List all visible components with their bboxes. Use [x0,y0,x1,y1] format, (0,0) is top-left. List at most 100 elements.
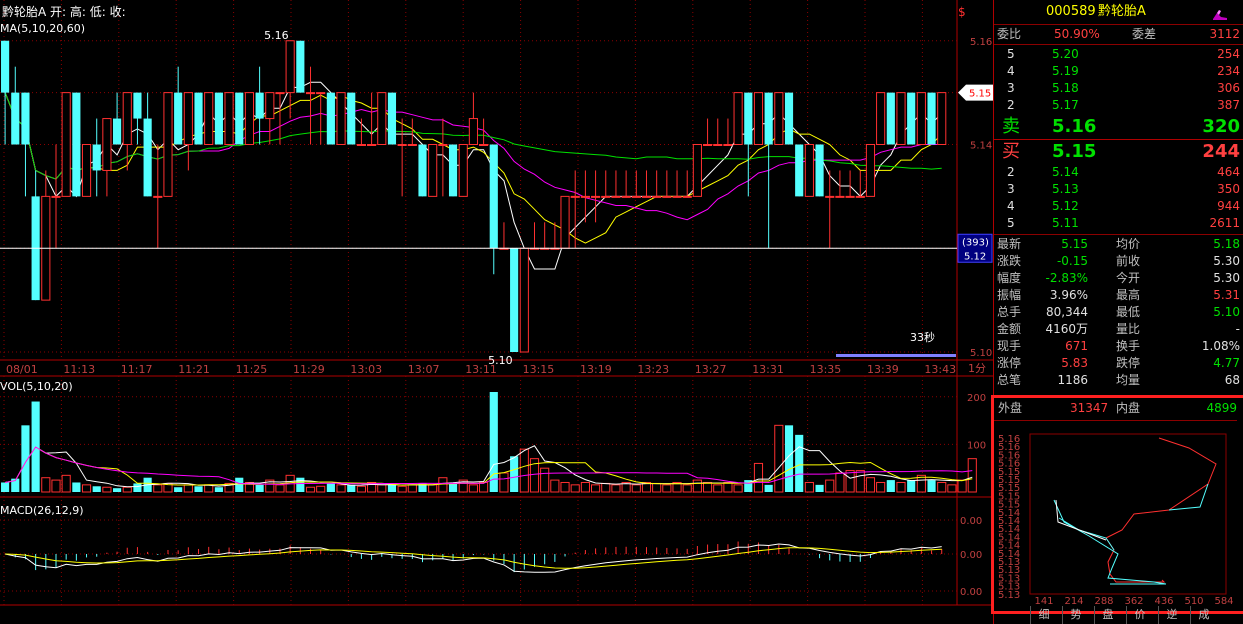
volume-bar [51,479,61,493]
order-row: 3 5.13 350 [994,181,1243,198]
stat-value: 1186 [1057,373,1088,387]
candle[interactable] [244,92,255,145]
order-row: 3 5.18 306 [994,80,1243,97]
candle[interactable] [347,92,356,145]
tab-2[interactable]: 盘 [1094,606,1121,624]
x-tick-label: 13:39 [867,363,899,376]
tab-1[interactable]: 势 [1062,606,1089,624]
volume-bar [113,488,122,492]
price-annotation: 5.16 [264,29,289,42]
volume-bar [896,481,906,493]
stat-value: 5.10 [1213,305,1240,319]
candle[interactable] [448,144,458,197]
volume-bar [81,484,92,493]
volume-bar [438,477,448,493]
volume-bar [957,479,967,493]
shoe-icon[interactable] [1212,5,1227,20]
candle[interactable] [937,92,947,145]
tab-3[interactable]: 价 [1126,606,1153,624]
volume-bar [774,424,784,493]
sell-level: 2 [1007,98,1015,112]
buy-level: 4 [1007,199,1015,213]
volume-bar [845,470,855,493]
candle[interactable] [61,92,71,197]
volume-bar [937,481,947,493]
volume-bar [397,485,407,493]
candle[interactable] [224,92,234,145]
volume-bar [540,467,550,493]
candle[interactable] [927,92,936,145]
candle[interactable] [458,144,468,197]
volume-bar [468,484,478,493]
volume-bar [550,479,560,493]
crosshair-price: 5.12 [964,251,986,262]
candle[interactable] [753,92,764,145]
candle[interactable] [692,144,702,197]
volume-bar [235,477,244,492]
y-tick-label: 5.14 [970,141,992,152]
candle[interactable] [519,247,529,353]
volume-bar [682,484,692,493]
tab-5[interactable]: 成 [1190,606,1217,624]
stat-label: 今开 [1116,271,1141,285]
candle[interactable] [815,144,824,197]
candle[interactable] [72,92,81,197]
candle[interactable] [296,40,305,93]
volume-bar [947,484,957,493]
x-tick-label: 08/01 [6,363,38,376]
volume-bar [631,484,641,493]
candle[interactable] [774,92,784,145]
candle[interactable] [204,92,214,145]
kline-chart-area[interactable]: 08/01 11:13 11:17 11:21 11:25 11:29 13:03 13:07… [0,0,993,624]
tab-0[interactable]: 细 [1030,606,1057,624]
candle[interactable] [886,92,895,145]
stat-label: 涨跌 [997,254,1022,268]
volume-bar [41,477,51,493]
buy-price: 5.12 [1052,199,1079,213]
volume-bar [967,458,977,493]
candle[interactable] [784,92,794,145]
period-label[interactable]: 1分 [968,362,986,375]
stat-label: 总手 [997,305,1022,319]
candle[interactable] [163,92,173,197]
settings-icon[interactable]: $ [958,5,966,19]
sell-price: 5.19 [1052,64,1079,78]
candle[interactable] [510,248,519,352]
candle[interactable] [733,92,743,145]
candle[interactable] [907,92,916,145]
candle[interactable] [865,144,876,197]
volume-bar [499,472,509,493]
candle[interactable] [387,92,397,145]
candle[interactable] [418,144,427,197]
candle[interactable] [916,92,926,145]
candle[interactable] [377,92,387,145]
candle[interactable] [235,92,244,145]
candle[interactable] [81,144,92,197]
volume-profile-chart: 141 214 288 362 436 510 5845.165.165.165.165.1… [998,433,1234,607]
order-row: 涨跌 -0.15 前收 5.30 [994,253,1243,270]
candle[interactable] [194,92,203,145]
candle[interactable] [428,144,438,197]
candle[interactable] [876,92,886,145]
volume-bar [305,486,316,493]
tab-4[interactable]: 逆 [1158,606,1185,624]
candle[interactable] [560,195,570,249]
order-row: 2 5.14 464 [994,164,1243,181]
volume-bar [876,481,886,493]
buy-price: 5.14 [1052,165,1079,179]
x-tick-label: 13:43 [924,363,956,376]
stat-value: 1.08% [1201,339,1240,353]
x-tick-label: 11:25 [236,363,268,376]
sell-price: 5.17 [1052,98,1079,112]
volume-bar [560,481,570,493]
candle[interactable] [214,92,223,145]
candle[interactable] [896,92,906,145]
candle[interactable] [336,92,346,145]
candle[interactable] [326,92,335,145]
stat-value: 5.31 [1213,288,1240,302]
stat-label: 量比 [1116,322,1141,336]
countdown-bar [836,354,956,357]
candle[interactable] [795,144,804,197]
order-row: 幅度 -2.83% 今开 5.30 [994,270,1243,287]
candle[interactable] [804,144,814,197]
